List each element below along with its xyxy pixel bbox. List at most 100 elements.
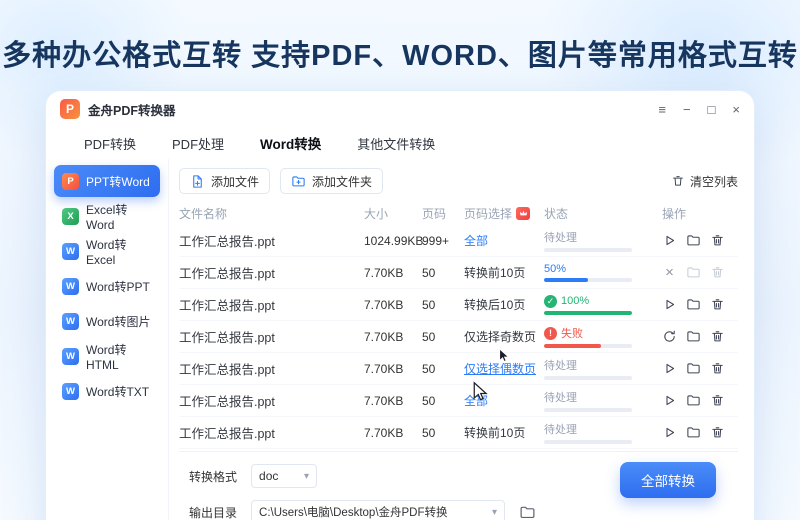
- sidebar-item-word-to-html[interactable]: W Word转HTML: [54, 340, 160, 372]
- open-folder-button[interactable]: [686, 361, 701, 376]
- clear-list-button[interactable]: 清空列表: [671, 173, 738, 190]
- maximize-icon[interactable]: □: [708, 103, 716, 116]
- sidebar-item-label: Word转HTML: [86, 342, 127, 372]
- page-selection-link[interactable]: 转换后10页: [464, 298, 525, 312]
- convert-all-button[interactable]: 全部转换: [620, 462, 716, 498]
- page-selection-link[interactable]: 转换前10页: [464, 266, 525, 280]
- delete-file-button[interactable]: [710, 233, 725, 248]
- tab-pdf-convert[interactable]: PDF转换: [84, 134, 136, 153]
- sidebar-item-excel-to-word[interactable]: X Excel转Word: [54, 200, 160, 232]
- file-size: 7.70KB: [364, 361, 404, 376]
- file-pages: 50: [422, 265, 436, 280]
- sidebar-item-label: Word转PPT: [86, 279, 150, 294]
- progress-bar: [544, 248, 632, 252]
- sidebar-item-ppt-to-word[interactable]: P PPT转Word: [54, 165, 160, 197]
- start-convert-button[interactable]: [662, 361, 677, 376]
- open-folder-button[interactable]: [686, 265, 701, 280]
- col-name: 文件名称: [179, 206, 228, 221]
- file-name: 工作汇总报告.ppt: [179, 299, 275, 313]
- progress-bar: [544, 344, 632, 348]
- col-selection: 页码选择: [464, 206, 513, 221]
- output-path-select[interactable]: C:\Users\电脑\Desktop\金舟PDF转换 ▾: [251, 500, 506, 520]
- file-name: 工作汇总报告.ppt: [179, 235, 275, 249]
- app-window: P 金舟PDF转换器 ≡ − □ × PDF转换 PDF处理 Word转换 其他…: [45, 90, 755, 520]
- open-folder-button[interactable]: [686, 425, 701, 440]
- word-file-icon: W: [62, 312, 79, 330]
- vip-crown-icon: [516, 206, 531, 220]
- progress-bar: [544, 408, 632, 412]
- file-size: 7.70KB: [364, 329, 404, 344]
- word-file-icon: W: [62, 382, 79, 400]
- status-text: 失败: [561, 328, 583, 340]
- page-selection-link[interactable]: 仅选择奇数页: [464, 330, 536, 344]
- open-folder-button[interactable]: [686, 393, 701, 408]
- content: 添加文件 添加文件夹 清空列表 文件名称 大小 页码 页码选择 状态 操作 工作…: [168, 159, 754, 520]
- page: 多种办公格式互转 支持PDF、WORD、图片等常用格式互转 P 金舟PDF转换器…: [0, 0, 800, 520]
- file-pages: 999+: [422, 233, 450, 248]
- menu-icon[interactable]: ≡: [658, 103, 666, 116]
- excel-file-icon: X: [62, 207, 79, 225]
- close-icon[interactable]: ×: [732, 103, 740, 116]
- word-file-icon: W: [62, 277, 79, 295]
- sidebar-item-label: Word转Excel: [86, 237, 127, 267]
- file-pages: 50: [422, 297, 436, 312]
- tab-pdf-process[interactable]: PDF处理: [172, 134, 224, 153]
- add-file-icon: [193, 174, 202, 188]
- delete-file-button[interactable]: [710, 329, 725, 344]
- nav-tabs: PDF转换 PDF处理 Word转换 其他文件转换: [46, 127, 754, 159]
- sidebar-item-label: Word转TXT: [86, 384, 150, 399]
- app-title: 金舟PDF转换器: [88, 103, 176, 118]
- page-selection-link[interactable]: 全部: [464, 394, 488, 408]
- page-selection-link[interactable]: 转换前10页: [464, 426, 525, 440]
- start-convert-button[interactable]: [662, 393, 677, 408]
- delete-file-button[interactable]: [710, 393, 725, 408]
- sidebar-item-word-to-ppt[interactable]: W Word转PPT: [54, 270, 160, 302]
- retry-convert-button[interactable]: [662, 329, 677, 344]
- tab-word-convert[interactable]: Word转换: [260, 133, 321, 153]
- col-size: 大小: [364, 206, 389, 221]
- delete-file-button[interactable]: [710, 297, 725, 312]
- output-label: 输出目录: [189, 505, 238, 520]
- minimize-icon[interactable]: −: [683, 103, 691, 116]
- open-folder-button[interactable]: [686, 329, 701, 344]
- file-name: 工作汇总报告.ppt: [179, 427, 275, 441]
- delete-file-button[interactable]: [710, 361, 725, 376]
- start-convert-button[interactable]: [662, 233, 677, 248]
- col-pages: 页码: [422, 206, 447, 221]
- status-text: 待处理: [544, 360, 577, 372]
- col-ops: 操作: [662, 206, 687, 221]
- sidebar-item-word-to-image[interactable]: W Word转图片: [54, 305, 160, 337]
- file-size: 7.70KB: [364, 425, 404, 440]
- open-folder-button[interactable]: [686, 297, 701, 312]
- add-folder-label: 添加文件夹: [312, 174, 373, 189]
- start-convert-button[interactable]: [662, 297, 677, 312]
- open-folder-button[interactable]: [686, 233, 701, 248]
- format-select[interactable]: doc ▾: [251, 464, 318, 488]
- output-path-value: C:\Users\电脑\Desktop\金舟PDF转换: [259, 507, 448, 519]
- browse-folder-button[interactable]: [519, 504, 536, 520]
- add-file-button[interactable]: 添加文件: [179, 168, 271, 194]
- file-pages: 50: [422, 393, 436, 408]
- chevron-down-icon: ▾: [303, 470, 310, 482]
- start-convert-button[interactable]: [662, 425, 677, 440]
- sidebar-item-word-to-txt[interactable]: W Word转TXT: [54, 375, 160, 407]
- page-selection-link[interactable]: 全部: [464, 234, 488, 248]
- sidebar-item-word-to-excel[interactable]: W Word转Excel: [54, 235, 160, 267]
- delete-file-button[interactable]: [710, 425, 725, 440]
- table-row: 工作汇总报告.ppt 7.70KB 50 仅选择奇数页 ! 失败: [179, 321, 738, 353]
- sidebar-item-label: Word转图片: [86, 314, 151, 329]
- file-name: 工作汇总报告.ppt: [179, 331, 275, 345]
- tab-other-convert[interactable]: 其他文件转换: [357, 134, 435, 153]
- folder-icon: [520, 506, 535, 518]
- add-folder-button[interactable]: 添加文件夹: [280, 168, 384, 194]
- table-row: 工作汇总报告.ppt 7.70KB 50 转换后10页 ✓ 100%: [179, 289, 738, 321]
- progress-bar: [544, 310, 632, 315]
- clear-list-label: 清空列表: [689, 174, 738, 189]
- delete-file-button[interactable]: [710, 265, 725, 280]
- cancel-convert-button[interactable]: ×: [662, 265, 677, 280]
- format-label: 转换格式: [189, 469, 238, 484]
- file-name: 工作汇总报告.ppt: [179, 267, 275, 281]
- page-selection-link[interactable]: 仅选择偶数页: [464, 362, 536, 376]
- sidebar: P PPT转Word X Excel转Word W Word转Excel W W…: [46, 159, 168, 520]
- file-size: 7.70KB: [364, 297, 404, 312]
